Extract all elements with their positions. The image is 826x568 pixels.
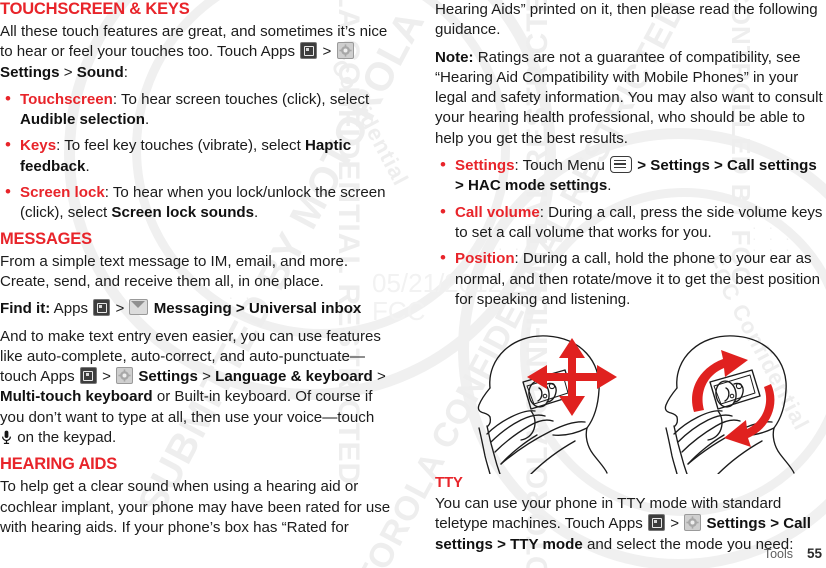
list-item: Position: During a call, hold the phone … [435,248,826,310]
apps-icon [300,42,318,60]
bullet-term: Position [455,250,515,268]
gear-icon [116,367,134,385]
find-it-apps-text: Apps [50,300,93,318]
bullet-term: Touchscreen [20,90,113,108]
hearing-aids-continued-paragraph: Hearing Aids” printed on it, then please… [435,1,818,39]
chevron-separator: > [202,368,216,386]
chevron-separator: > [372,368,386,386]
section-heading-touchscreen-keys: TOUCHSCREEN & KEYS [0,0,190,18]
list-item: Call volume: During a call, press the si… [435,202,826,244]
two-column-layout: TOUCHSCREEN & KEYS All these touch featu… [0,0,826,553]
bullet-term: Call volume [455,203,540,221]
figure-left [477,335,608,475]
settings-label: Settings [138,368,198,386]
gear-icon [684,514,702,532]
messaging-envelope-icon [129,299,149,316]
chevron-separator: > [766,515,784,533]
bullet-text-end: . [144,111,150,129]
red-arrow-cross [527,338,617,417]
hac-mode-settings-label: HAC mode settings [468,177,608,195]
bullet-term: Settings [455,157,515,175]
section-heading-messages: MESSAGES [0,229,92,248]
bullet-term: Screen lock [20,184,105,202]
hearing-aid-phone-position-illustration [435,324,826,475]
chevron-separator: > [231,300,249,318]
find-it-label: Find it: [0,300,51,318]
text-entry-text-3: on the keypad. [17,429,117,447]
bullet-bold: Screen lock sounds [111,204,255,222]
multi-touch-keyboard-label: Multi-touch keyboard [0,388,153,406]
section-heading-tty: TTY [435,474,463,492]
bullet-term: Keys [20,137,57,155]
page-footer: Tools 55 [0,543,826,561]
apps-icon [79,367,97,385]
section-heading-hearing-aids: HEARING AIDS [0,455,118,474]
settings-label: Settings [0,63,60,81]
list-item: Screen lock: To hear when you lock/unloc… [0,182,391,224]
chevron-separator: > [115,300,129,318]
settings-label: Settings [650,157,710,175]
sound-label: Sound [76,63,124,81]
touchscreen-bullet-list: Touchscreen: To hear screen touches (cli… [0,89,391,224]
text-entry-paragraph: And to make text entry even easier, you … [0,327,391,449]
list-item: Touchscreen: To hear screen touches (cli… [0,89,391,131]
bullet-text-end: . [607,177,612,195]
gear-icon [336,42,354,60]
left-column: TOUCHSCREEN & KEYS All these touch featu… [0,0,391,540]
list-item: Settings: Touch Menu > Settings > Call s… [435,155,826,197]
hearing-aid-bullet-list: Settings: Touch Menu > Settings > Call s… [435,155,826,310]
footer-page-number: 55 [806,546,822,561]
chevron-separator: > [709,157,728,175]
chevron-separator: > [455,177,469,195]
note-paragraph: Note: Ratings are not a guarantee of com… [435,48,826,149]
chevron-separator: > [670,515,680,533]
language-keyboard-label: Language & keyboard [215,368,373,386]
list-item: Keys: To feel key touches (vibrate), sel… [0,135,391,177]
microphone-icon [1,430,12,445]
right-column: Hearing Aids” printed on it, then please… [435,0,826,553]
hearing-aids-paragraph: To help get a clear sound when using a h… [0,478,391,536]
chevron-separator: > [322,43,332,61]
chevron-separator: > [63,63,73,81]
apps-icon [648,514,666,532]
messaging-label: Messaging [153,300,232,318]
settings-label: Settings [706,515,766,533]
bullet-text-end: . [254,204,259,222]
touchscreen-intro-paragraph: All these touch features are great, and … [0,22,391,83]
apps-icon [93,299,111,317]
note-label: Note: [435,48,474,66]
chevron-separator: > [102,368,111,386]
bullet-bold: Audible selection [20,111,145,129]
chevron-separator: > [633,157,651,175]
note-text: Ratings are not a guarantee of compatibi… [435,48,823,147]
menu-icon [610,156,633,174]
universal-inbox-label: Universal inbox [248,300,362,318]
bullet-text: : To feel key touches (vibrate), select [56,137,305,155]
call-settings-label: Call settings [727,157,817,175]
messages-paragraph: From a simple text message to IM, email,… [0,252,349,290]
bullet-text: : Touch Menu [514,157,610,175]
bullet-text-end: . [85,157,90,175]
find-it-line: Find it: Apps > Messaging > Universal in… [0,299,391,319]
colon: : [123,63,128,81]
manual-page: TOUCHSCREEN & KEYS All these touch featu… [0,0,826,568]
footer-chapter-label: Tools [763,547,793,561]
bullet-text: : To hear screen touches (click), select [112,90,370,108]
